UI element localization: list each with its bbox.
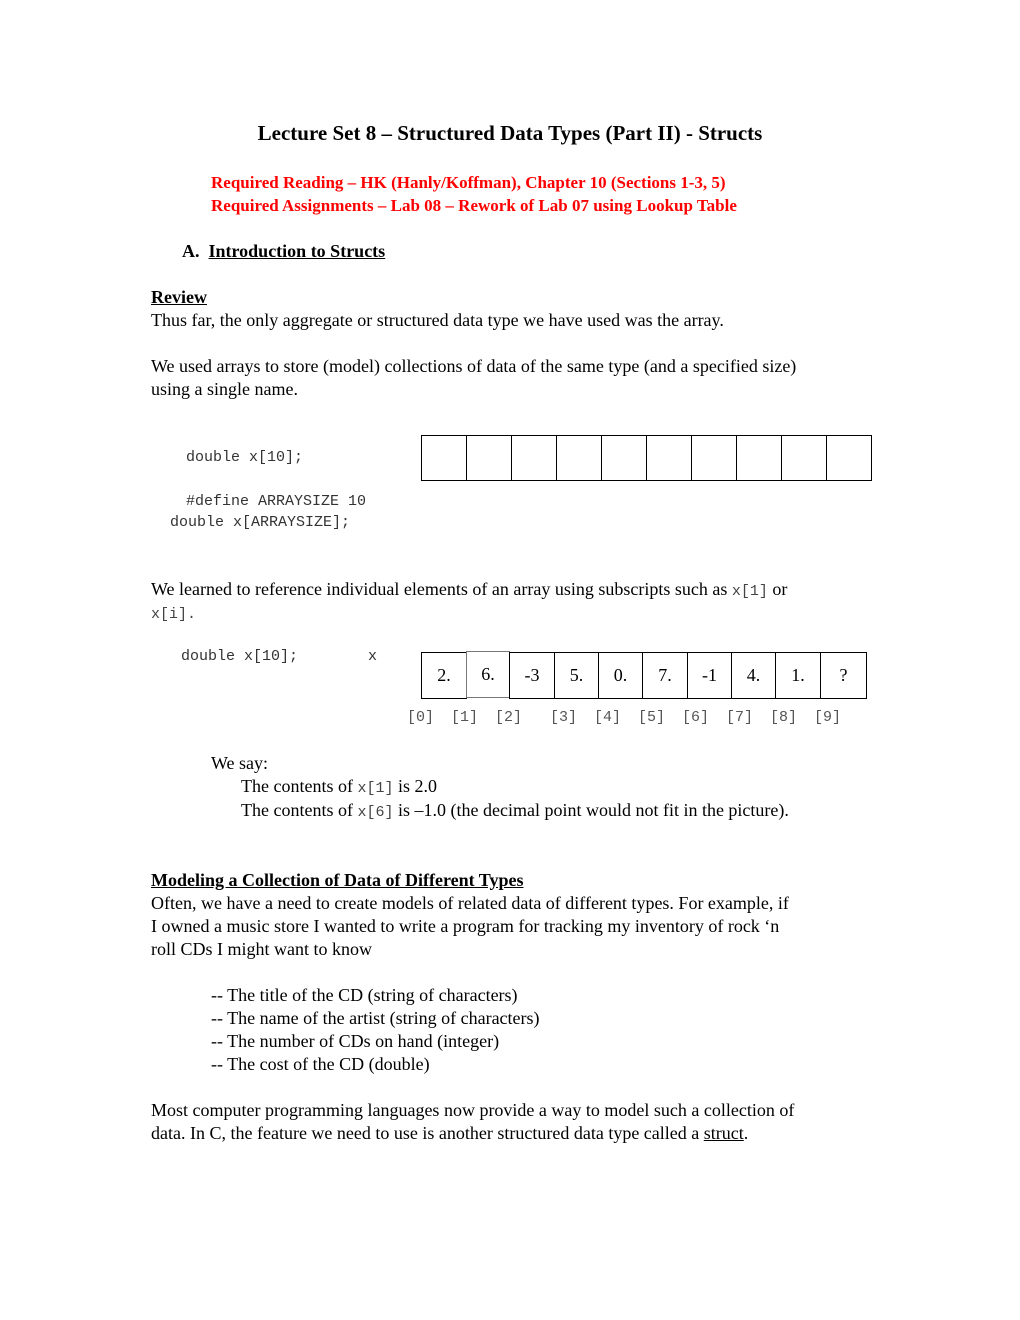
review-paragraph-2-line-2: using a single name. bbox=[151, 379, 298, 399]
we-say-label: We say: bbox=[211, 753, 269, 773]
code-xi: x[i] bbox=[151, 606, 188, 623]
closing-paragraph-line-1: Most computer programming languages now … bbox=[151, 1100, 795, 1120]
section-a-heading: A. Introduction to Structs bbox=[182, 240, 385, 263]
list-item: -- The number of CDs on hand (integer) bbox=[211, 1031, 500, 1051]
array-cell-value: -1 bbox=[687, 652, 732, 699]
array-cell bbox=[601, 435, 647, 481]
array-cell bbox=[781, 435, 827, 481]
required-reading: Required Reading – HK (Hanly/Koffman), C… bbox=[211, 173, 726, 192]
required-assignments: Required Assignments – Lab 08 – Rework o… bbox=[211, 196, 737, 215]
array-cell-value: 0. bbox=[598, 652, 643, 699]
review-paragraph-1: Thus far, the only aggregate or structur… bbox=[151, 310, 724, 330]
code-array-declaration-example: double x[10]; bbox=[181, 648, 299, 665]
array-index-label: [0] bbox=[407, 709, 435, 726]
array-cell bbox=[691, 435, 737, 481]
array-index-label: [8] bbox=[770, 709, 798, 726]
modeling-paragraph-line-2: I owned a music store I wanted to write … bbox=[151, 916, 780, 936]
code-x1: x[1] bbox=[731, 583, 768, 600]
array-cell bbox=[466, 435, 512, 481]
empty-array-diagram bbox=[421, 435, 872, 481]
array-cell bbox=[511, 435, 557, 481]
array-variable-label: x bbox=[368, 648, 378, 665]
code-define-arraysize: #define ARRAYSIZE 10 bbox=[186, 493, 367, 510]
page-title: Lecture Set 8 – Structured Data Types (P… bbox=[257, 121, 763, 145]
struct-term: struct bbox=[703, 1123, 744, 1143]
modeling-paragraph-line-1: Often, we have a need to create models o… bbox=[151, 893, 789, 913]
array-cell-value: 7. bbox=[642, 652, 688, 699]
array-index-label: [5] bbox=[638, 709, 666, 726]
array-cell-value: 4. bbox=[731, 652, 776, 699]
array-values-diagram: 2. 6. -3 5. 0. 7. -1 4. 1.? bbox=[421, 651, 867, 699]
we-say-line-2: The contents of x[6] is –1.0 (the decima… bbox=[241, 800, 789, 821]
array-index-label: [9] bbox=[814, 709, 842, 726]
review-heading: Review bbox=[151, 287, 207, 307]
closing-paragraph-line-2: data. In C, the feature we need to use i… bbox=[151, 1123, 749, 1143]
modeling-heading: Modeling a Collection of Data of Differe… bbox=[151, 870, 524, 890]
section-number: A. bbox=[182, 241, 200, 261]
list-item: -- The name of the artist (string of cha… bbox=[211, 1008, 540, 1028]
array-cell-value: 1. bbox=[775, 652, 821, 699]
section-title: Introduction to Structs bbox=[208, 241, 386, 261]
array-index-label: [6] bbox=[682, 709, 710, 726]
array-cell-value: 6. bbox=[466, 651, 510, 698]
array-index-label: [1] bbox=[451, 709, 479, 726]
list-item: -- The title of the CD (string of charac… bbox=[211, 985, 518, 1005]
review-paragraph-2-line-1: We used arrays to store (model) collecti… bbox=[151, 356, 797, 376]
subscript-paragraph-line-1: We learned to reference individual eleme… bbox=[151, 579, 788, 600]
code-array-declaration: double x[10]; bbox=[186, 449, 304, 466]
array-cell-value: 5. bbox=[554, 652, 599, 699]
array-index-label: [4] bbox=[594, 709, 622, 726]
array-cell-value: -3 bbox=[509, 652, 555, 699]
array-index-label: [7] bbox=[726, 709, 754, 726]
we-say-line-1: The contents of x[1] is 2.0 bbox=[241, 776, 437, 797]
modeling-paragraph-line-3: roll CDs I might want to know bbox=[151, 939, 372, 959]
array-cell-value: ? bbox=[820, 652, 867, 699]
list-item: -- The cost of the CD (double) bbox=[211, 1054, 430, 1074]
code-array-declaration-2: double x[ARRAYSIZE]; bbox=[170, 514, 351, 531]
array-index-label: [2] bbox=[495, 709, 523, 726]
array-cell-value: 2. bbox=[421, 652, 467, 699]
array-index-label: [3] bbox=[550, 709, 578, 726]
array-cell bbox=[826, 435, 872, 481]
array-cell bbox=[421, 435, 467, 481]
subscript-paragraph-line-2: x[i]. bbox=[151, 606, 197, 623]
array-cell bbox=[646, 435, 692, 481]
array-cell bbox=[556, 435, 602, 481]
array-cell bbox=[736, 435, 782, 481]
